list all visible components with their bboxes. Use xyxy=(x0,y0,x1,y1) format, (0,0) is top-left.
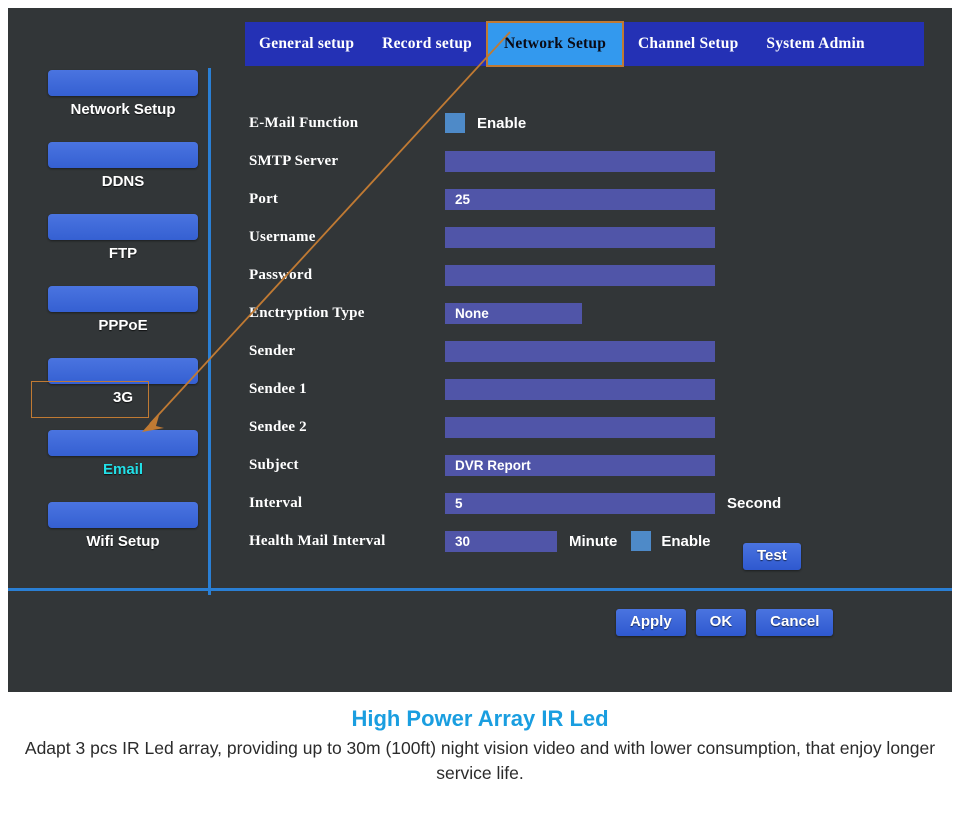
form-row-sender: Sender xyxy=(249,332,939,370)
form-control-sendee-1 xyxy=(445,378,715,400)
form-control-password xyxy=(445,264,715,286)
sidebar-item-label: Wifi Setup xyxy=(86,533,160,550)
form-label-e-mail-function: E-Mail Function xyxy=(249,114,359,131)
suffix-label-e-mail-function: Enable xyxy=(477,114,527,132)
form-row-smtp-server: SMTP Server xyxy=(249,142,939,180)
form-label-sender: Sender xyxy=(249,342,296,359)
email-settings-form: E-Mail Function Enable SMTP Server Port 25 Us… xyxy=(249,104,939,560)
form-label-interval: Interval xyxy=(249,494,303,511)
input-port[interactable]: 25 xyxy=(445,188,715,210)
form-row-e-mail-function: E-Mail Function Enable xyxy=(249,104,939,142)
apply-button[interactable]: Apply xyxy=(616,609,686,636)
form-control-subject: DVR Report xyxy=(445,454,715,476)
footer-buttons: Apply OK Cancel xyxy=(616,609,834,636)
suffix-label-interval: Second xyxy=(727,494,782,512)
select-enctryption-type[interactable]: None xyxy=(445,302,582,324)
input-smtp-server[interactable] xyxy=(445,150,715,172)
form-control-sender xyxy=(445,340,715,362)
form-label-enctryption-type: Enctryption Type xyxy=(249,304,365,321)
checkbox-health-mail-interval-enable[interactable] xyxy=(631,531,652,551)
sidebar-item-wifi-setup[interactable]: Wifi Setup xyxy=(48,502,198,550)
input-sendee-2[interactable] xyxy=(445,416,715,438)
sidebar-item-label: Email xyxy=(102,461,144,478)
test-button-container: Test xyxy=(743,543,801,570)
suffix-label-health-mail-interval-enable: Enable xyxy=(661,532,711,550)
input-health-mail-interval[interactable]: 30 xyxy=(445,530,557,552)
suffix-label-health-mail-interval: Minute xyxy=(569,532,618,550)
vertical-divider xyxy=(208,68,211,595)
input-username[interactable] xyxy=(445,226,715,248)
form-label-port: Port xyxy=(249,190,279,207)
form-label-password: Password xyxy=(249,266,313,283)
sidebar-item-label: FTP xyxy=(108,245,138,262)
input-sendee-1[interactable] xyxy=(445,378,715,400)
form-row-port: Port 25 xyxy=(249,180,939,218)
screenshot-root: General setup Record setup Network Setup Ch… xyxy=(0,0,960,831)
sidebar-item-label: PPPoE xyxy=(98,317,148,334)
form-control-port: 25 xyxy=(445,188,715,210)
sidebar-item-button[interactable] xyxy=(48,502,198,528)
form-row-health-mail-interval: Health Mail Interval 30 Minute Enable xyxy=(249,522,939,560)
form-control-sendee-2 xyxy=(445,416,715,438)
form-label-smtp-server: SMTP Server xyxy=(249,152,339,169)
input-interval[interactable]: 5 xyxy=(445,492,715,514)
form-control-health-mail-interval: 30 Minute Enable xyxy=(445,530,711,552)
form-label-sendee-1: Sendee 1 xyxy=(249,380,307,397)
tab-network-setup[interactable]: Network Setup xyxy=(485,21,625,67)
sidebar-item-ftp[interactable]: FTP xyxy=(48,214,198,262)
product-caption: High Power Array IR Led Adapt 3 pcs IR L… xyxy=(0,706,960,787)
tab-bar: General setup Record setup Network Setup Ch… xyxy=(245,21,924,67)
horizontal-divider xyxy=(8,588,952,591)
tab-system-admin[interactable]: System Admin xyxy=(752,22,878,66)
sidebar-item-button[interactable] xyxy=(48,70,198,96)
form-row-subject: Subject DVR Report xyxy=(249,446,939,484)
input-password[interactable] xyxy=(445,264,715,286)
sidebar-item-button[interactable] xyxy=(48,430,198,456)
form-control-enctryption-type: None xyxy=(445,302,582,324)
form-control-smtp-server xyxy=(445,150,715,172)
sidebar-item-label: 3G xyxy=(112,389,133,406)
form-row-sendee-1: Sendee 1 xyxy=(249,370,939,408)
sidebar-item-button[interactable] xyxy=(48,214,198,240)
sidebar-item-email[interactable]: Email xyxy=(48,430,198,478)
form-control-username xyxy=(445,226,715,248)
checkbox-e-mail-function[interactable] xyxy=(445,113,465,133)
caption-body: Adapt 3 pcs IR Led array, providing up t… xyxy=(24,738,936,784)
sidebar-menu: Network Setup DDNS FTP PPPoE 3G Email Wifi Set… xyxy=(48,70,210,570)
form-label-username: Username xyxy=(249,228,316,245)
test-button[interactable]: Test xyxy=(743,543,801,570)
sidebar-item-network-setup[interactable]: Network Setup xyxy=(48,70,198,118)
form-label-sendee-2: Sendee 2 xyxy=(249,418,307,435)
tab-record-setup[interactable]: Record setup xyxy=(368,22,486,66)
sidebar-item-ddns[interactable]: DDNS xyxy=(48,142,198,190)
caption-title: High Power Array IR Led xyxy=(351,706,609,731)
sidebar-item-3g[interactable]: 3G xyxy=(48,358,198,406)
sidebar-item-label: Network Setup xyxy=(70,101,176,118)
sidebar-item-pppoe[interactable]: PPPoE xyxy=(48,286,198,334)
input-subject[interactable]: DVR Report xyxy=(445,454,715,476)
form-row-password: Password xyxy=(249,256,939,294)
sidebar-item-button[interactable] xyxy=(48,358,198,384)
form-row-sendee-2: Sendee 2 xyxy=(249,408,939,446)
sidebar-item-button[interactable] xyxy=(48,142,198,168)
input-sender[interactable] xyxy=(445,340,715,362)
form-row-enctryption-type: Enctryption Type None xyxy=(249,294,939,332)
ok-button[interactable]: OK xyxy=(695,609,747,636)
form-label-subject: Subject xyxy=(249,456,299,473)
tab-general-setup[interactable]: General setup xyxy=(245,22,368,66)
tab-channel-setup[interactable]: Channel Setup xyxy=(624,22,752,66)
form-label-health-mail-interval: Health Mail Interval xyxy=(249,532,386,549)
dvr-settings-panel: General setup Record setup Network Setup Ch… xyxy=(8,8,952,692)
form-row-username: Username xyxy=(249,218,939,256)
sidebar-item-button[interactable] xyxy=(48,286,198,312)
form-row-interval: Interval 5 Second xyxy=(249,484,939,522)
form-control-e-mail-function: Enable xyxy=(445,113,526,133)
cancel-button[interactable]: Cancel xyxy=(756,609,834,636)
form-control-interval: 5 Second xyxy=(445,492,782,514)
sidebar-item-label: DDNS xyxy=(101,173,145,190)
